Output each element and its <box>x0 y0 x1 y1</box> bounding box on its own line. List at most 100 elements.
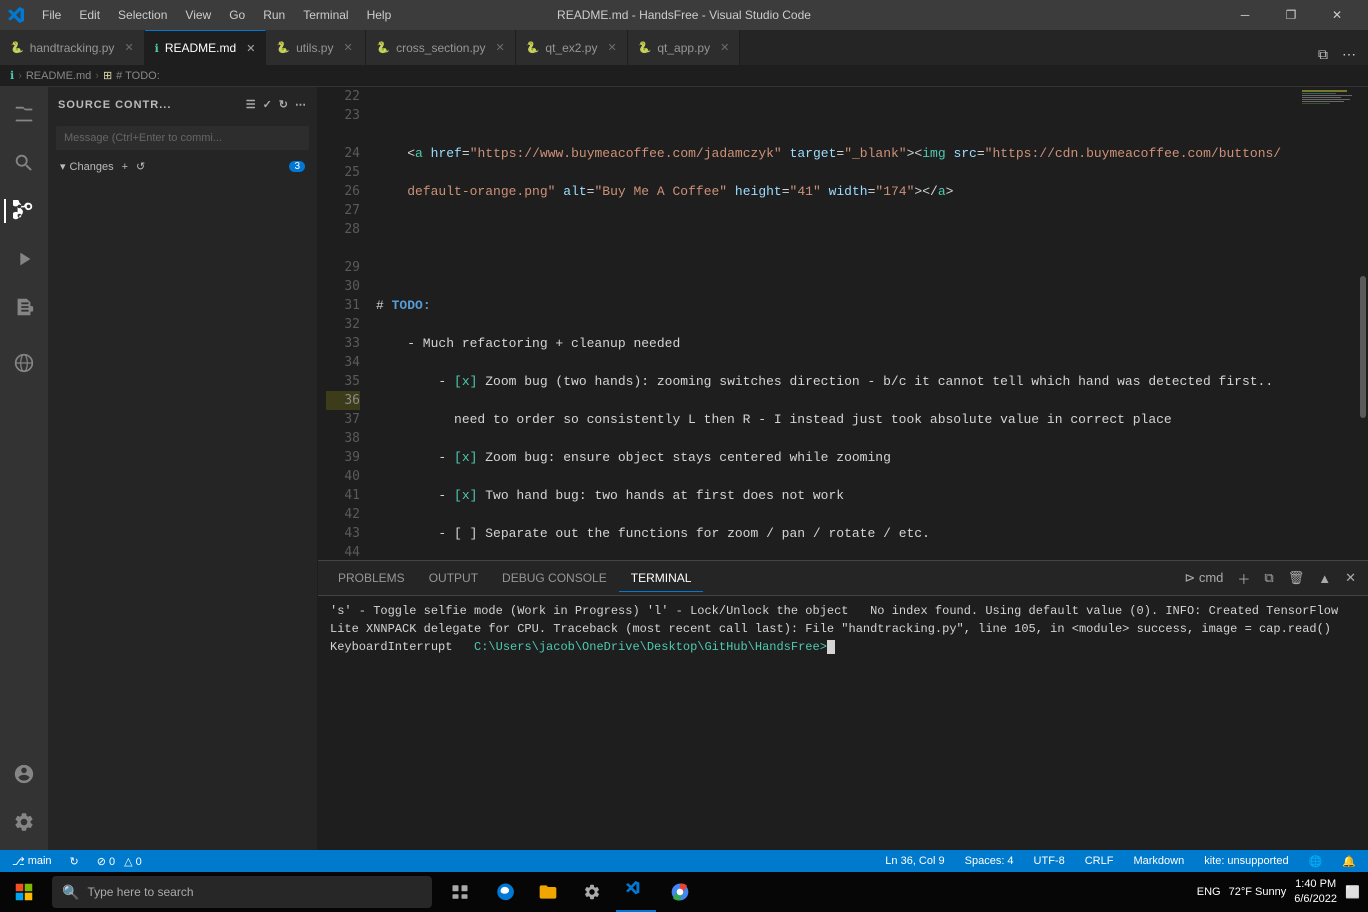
status-position[interactable]: Ln 36, Col 9 <box>881 850 948 872</box>
tab-icon-qt-app: 🐍 <box>638 41 652 54</box>
sidebar-action-check[interactable]: ✓ <box>263 98 273 111</box>
scrollbar-thumb[interactable] <box>1360 276 1366 418</box>
git-branch-icon: ⎇ <box>12 855 25 868</box>
terminal-cmd-label: ⊳ cmd <box>1180 568 1227 588</box>
tray-language[interactable]: ENG <box>1197 886 1221 898</box>
menu-file[interactable]: File <box>34 5 69 25</box>
tab-close-qt-app[interactable]: ✕ <box>720 41 729 54</box>
activity-extensions[interactable] <box>4 287 44 327</box>
taskbar-search-box[interactable]: 🔍 Type here to search <box>52 876 432 908</box>
terminal-new[interactable]: ＋ <box>1233 567 1254 590</box>
tab-debug-console[interactable]: DEBUG CONSOLE <box>490 565 619 591</box>
status-spaces[interactable]: Spaces: 4 <box>961 850 1018 872</box>
tab-problems[interactable]: PROBLEMS <box>326 565 417 591</box>
tab-readme[interactable]: ℹ README.md ✕ <box>145 30 267 65</box>
tray-weather[interactable]: 72°F Sunny <box>1229 886 1287 898</box>
activity-search[interactable] <box>4 143 44 183</box>
sidebar-action-checklist[interactable]: ☰ <box>246 98 257 111</box>
menu-edit[interactable]: Edit <box>71 5 108 25</box>
activity-explorer[interactable] <box>4 95 44 135</box>
menu-run[interactable]: Run <box>255 5 293 25</box>
tab-bar-actions[interactable]: ⧉ ⋯ <box>1314 44 1368 65</box>
status-encoding[interactable]: UTF-8 <box>1030 850 1069 872</box>
title-maximize[interactable]: ❐ <box>1268 0 1314 30</box>
sidebar-header-actions[interactable]: ☰ ✓ ↻ ⋯ <box>246 98 307 111</box>
tab-qt-ex2[interactable]: 🐍 qt_ex2.py ✕ <box>516 30 628 65</box>
status-line-ending[interactable]: CRLF <box>1081 850 1118 872</box>
source-control-message[interactable]: Message (Ctrl+Enter to commi... <box>56 126 309 150</box>
main-content: SOURCE CONTR... ☰ ✓ ↻ ⋯ Message (Ctrl+En… <box>0 87 1368 850</box>
status-sync[interactable]: ↻ <box>66 850 83 872</box>
status-language[interactable]: Markdown <box>1129 850 1188 872</box>
terminal-panel: PROBLEMS OUTPUT DEBUG CONSOLE TERMINAL ⊳… <box>318 560 1368 850</box>
title-bar-menu[interactable]: File Edit Selection View Go Run Terminal… <box>34 5 399 25</box>
status-notifications[interactable]: 🔔 <box>1338 850 1360 872</box>
activity-remote[interactable] <box>4 343 44 383</box>
terminal-close[interactable]: ✕ <box>1341 568 1360 588</box>
changes-header[interactable]: ▾ Changes + ↺ 3 <box>56 158 309 175</box>
activity-settings[interactable] <box>4 802 44 842</box>
tab-output[interactable]: OUTPUT <box>417 565 490 591</box>
breadcrumb-file[interactable]: README.md <box>26 70 91 82</box>
tab-close-qt-ex2[interactable]: ✕ <box>607 41 616 54</box>
taskbar-taskview[interactable] <box>440 872 480 912</box>
tab-close-utils[interactable]: ✕ <box>343 41 352 54</box>
chevron-icon: ▾ <box>60 160 66 173</box>
taskbar-file-explorer[interactable] <box>528 872 568 912</box>
taskbar-start-button[interactable] <box>0 872 48 912</box>
menu-help[interactable]: Help <box>359 5 400 25</box>
tab-more[interactable]: ⋯ <box>1338 44 1360 65</box>
tab-icon-utils: 🐍 <box>276 41 290 54</box>
terminal-maximize[interactable]: ▲ <box>1314 569 1335 588</box>
taskbar-settings[interactable] <box>572 872 612 912</box>
activity-run-debug[interactable] <box>4 239 44 279</box>
terminal-content[interactable]: 's' - Toggle selfie mode (Work in Progre… <box>318 596 1368 850</box>
errors-label: ⊘ 0 <box>97 855 115 868</box>
title-minimize[interactable]: ─ <box>1222 0 1268 30</box>
title-close[interactable]: ✕ <box>1314 0 1360 30</box>
tab-handtracking[interactable]: 🐍 handtracking.py ✕ <box>0 30 145 65</box>
taskbar-edge[interactable] <box>484 872 524 912</box>
status-feedback[interactable]: 🌐 <box>1305 850 1327 872</box>
taskbar: 🔍 Type here to search <box>0 872 1368 912</box>
tab-utils[interactable]: 🐍 utils.py ✕ <box>266 30 366 65</box>
tab-cross-section[interactable]: 🐍 cross_section.py ✕ <box>366 30 515 65</box>
menu-selection[interactable]: Selection <box>110 5 175 25</box>
sidebar-add-icon[interactable]: + <box>122 161 128 173</box>
feedback-icon: 🌐 <box>1309 855 1323 868</box>
menu-view[interactable]: View <box>177 5 219 25</box>
tab-close-cross[interactable]: ✕ <box>495 41 504 54</box>
tray-notification[interactable]: ⬜ <box>1345 885 1360 899</box>
tab-label-handtracking: handtracking.py <box>30 41 115 55</box>
taskbar-vscode[interactable] <box>616 872 656 912</box>
status-branch[interactable]: ⎇ main <box>8 850 56 872</box>
status-kite[interactable]: kite: unsupported <box>1200 850 1292 872</box>
tab-close-readme[interactable]: ✕ <box>246 42 255 55</box>
panel-actions[interactable]: ⊳ cmd ＋ ⧉ 🗑 ▲ ✕ <box>1180 567 1360 590</box>
taskbar-chrome[interactable] <box>660 872 700 912</box>
sidebar-action-more[interactable]: ⋯ <box>295 98 307 111</box>
status-right: Ln 36, Col 9 Spaces: 4 UTF-8 CRLF Markdo… <box>881 850 1360 872</box>
sidebar-action-refresh[interactable]: ↻ <box>279 98 289 111</box>
menu-terminal[interactable]: Terminal <box>295 5 356 25</box>
title-bar-controls[interactable]: ─ ❐ ✕ <box>1222 0 1360 30</box>
terminal-split[interactable]: ⧉ <box>1260 568 1277 588</box>
activity-source-control[interactable] <box>4 191 44 231</box>
status-errors[interactable]: ⊘ 0 △ 0 <box>93 850 146 872</box>
title-bar-title: README.md - HandsFree - Visual Studio Co… <box>557 8 811 22</box>
code-editor[interactable]: 22 23 24 25 26 27 28 29 30 31 32 33 34 3… <box>318 87 1368 560</box>
taskbar-clock[interactable]: 1:40 PM 6/6/2022 <box>1294 877 1337 908</box>
terminal-kill[interactable]: 🗑 <box>1284 568 1309 588</box>
sidebar-discard-icon[interactable]: ↺ <box>136 160 145 173</box>
minimap <box>1298 87 1358 560</box>
tab-split-editor[interactable]: ⧉ <box>1314 44 1332 65</box>
sidebar: SOURCE CONTR... ☰ ✓ ↻ ⋯ Message (Ctrl+En… <box>48 87 318 850</box>
activity-account[interactable] <box>4 754 44 794</box>
tab-close-handtracking[interactable]: ✕ <box>124 41 133 54</box>
editor-scrollbar[interactable] <box>1358 87 1368 560</box>
breadcrumb-section-label[interactable]: # TODO: <box>116 70 160 82</box>
title-bar: File Edit Selection View Go Run Terminal… <box>0 0 1368 30</box>
tab-qt-app[interactable]: 🐍 qt_app.py ✕ <box>628 30 741 65</box>
menu-go[interactable]: Go <box>221 5 253 25</box>
tab-terminal[interactable]: TERMINAL <box>619 565 704 592</box>
